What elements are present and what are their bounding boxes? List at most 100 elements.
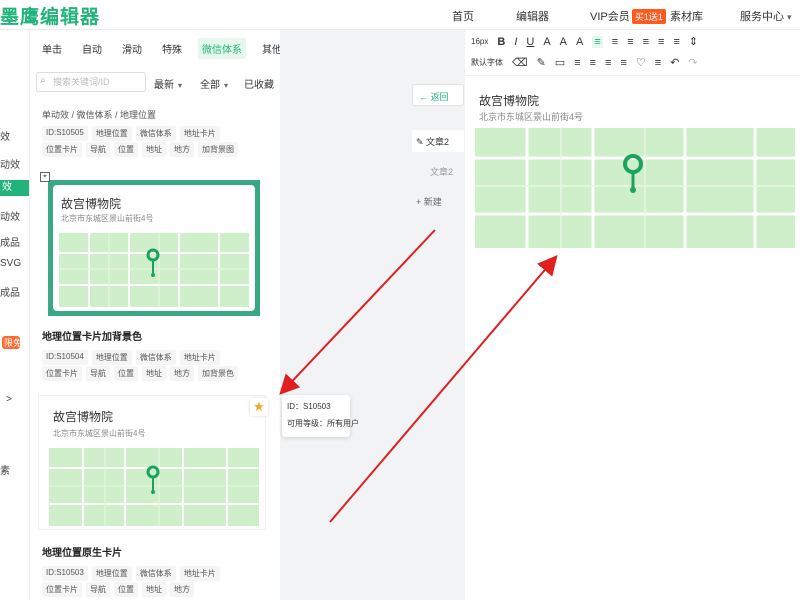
doc-item[interactable]: 文章2 xyxy=(412,160,464,182)
inserted-location-card[interactable]: 故宫博物院 北京市东城区景山前街4号 xyxy=(475,86,795,250)
more-icon[interactable]: ≡ xyxy=(655,57,661,69)
justify-button[interactable]: ≡ xyxy=(643,36,649,48)
favorited-filter[interactable]: 已收藏 xyxy=(244,76,274,91)
bulb-icon[interactable]: ♡ xyxy=(636,56,646,69)
tag[interactable]: 位置卡片 xyxy=(42,142,82,157)
italic-button[interactable]: I xyxy=(514,36,517,48)
strip-item[interactable]: 成品 xyxy=(0,284,29,299)
font-size-select[interactable]: 16px xyxy=(471,37,488,46)
line-height-button[interactable]: ⇕ xyxy=(689,35,698,48)
style-panel: 单击 自动 滑动 特殊 微信体系 其他 ⌕ 最新 ▾ 全部 ▾ 已收藏 单动效 / … xyxy=(30,30,280,600)
pin-style-icon[interactable]: ⌖ xyxy=(40,172,50,182)
spacing-icon[interactable]: ≡ xyxy=(590,57,596,69)
tag[interactable]: 位置卡片 xyxy=(42,366,82,381)
new-doc-button[interactable]: + 新建 xyxy=(412,190,464,212)
list-icon[interactable]: ≡ xyxy=(620,57,626,69)
tag[interactable]: 位置 xyxy=(114,582,138,597)
tab-click[interactable]: 单击 xyxy=(38,38,66,59)
tab-wechat[interactable]: 微信体系 xyxy=(198,37,246,59)
strip-item[interactable]: 成品 xyxy=(0,234,29,249)
tag[interactable]: 地方 xyxy=(170,582,194,597)
location-card-green-preview[interactable]: 故宫博物院 北京市东城区景山前街4号 xyxy=(48,180,260,316)
align-center-button[interactable]: ≡ xyxy=(612,36,618,48)
format-brush-icon[interactable]: ✎ xyxy=(537,56,546,69)
tag-row: 位置卡片 导航 位置 地址 地方 加背景色 xyxy=(42,366,238,381)
tag[interactable]: 导航 xyxy=(86,366,110,381)
list-button[interactable]: ≡ xyxy=(673,36,679,48)
category-tabs: 单击 自动 滑动 特殊 微信体系 其他 xyxy=(30,30,280,66)
favorite-star-icon[interactable]: ★ xyxy=(250,398,268,416)
tag[interactable]: 地理位置 xyxy=(91,350,132,365)
align-left-button[interactable]: ≡ xyxy=(592,35,603,48)
nav-materials[interactable]: 素材库 xyxy=(670,8,703,24)
indent-button[interactable]: ≡ xyxy=(658,36,664,48)
tag[interactable]: 地址卡片 xyxy=(179,566,220,581)
scope-label: 全部 xyxy=(200,80,220,91)
eraser-icon[interactable]: ⌫ xyxy=(512,56,528,69)
align-icon[interactable]: ≡ xyxy=(605,57,611,69)
tab-slide[interactable]: 滑动 xyxy=(118,38,146,59)
tag[interactable]: 地址卡片 xyxy=(179,126,220,141)
arrow-to-card xyxy=(279,229,436,395)
back-button[interactable]: ← 返回 xyxy=(412,84,464,106)
font-color-button[interactable]: A xyxy=(543,36,550,48)
tag[interactable]: 地方 xyxy=(170,366,194,381)
strip-item[interactable]: 动效 xyxy=(0,208,29,223)
text-effect-button[interactable]: A xyxy=(576,36,583,48)
tag[interactable]: 导航 xyxy=(86,142,110,157)
doc-title: 文章2 xyxy=(426,137,450,147)
tag[interactable]: 地址 xyxy=(142,582,166,597)
underline-button[interactable]: U xyxy=(526,36,534,48)
highlight-button[interactable]: A xyxy=(560,36,567,48)
redo-icon[interactable]: ↷ xyxy=(688,56,697,69)
tag[interactable]: 位置 xyxy=(114,142,138,157)
logo[interactable]: 墨鹰编辑器 xyxy=(0,2,100,29)
tab-auto[interactable]: 自动 xyxy=(78,38,106,59)
map-thumbnail xyxy=(59,233,249,307)
free-limited-badge[interactable]: 限免 xyxy=(2,336,20,349)
doc-item-active[interactable]: ✎ 文章2 xyxy=(412,130,464,152)
tag[interactable]: 地理位置 xyxy=(91,566,132,581)
strip-item-active[interactable]: 效 xyxy=(0,180,29,196)
align-right-button[interactable]: ≡ xyxy=(627,36,633,48)
nav-service[interactable]: 服务中心 ▾ xyxy=(740,8,792,24)
strip-item[interactable]: SVG xyxy=(0,258,29,269)
strip-item[interactable]: 效 xyxy=(0,128,29,143)
tag[interactable]: 位置卡片 xyxy=(42,582,82,597)
tag-row: 位置卡片 导航 位置 地址 地方 xyxy=(42,582,194,597)
bold-button[interactable]: B xyxy=(497,36,505,48)
tag[interactable]: 位置 xyxy=(114,366,138,381)
tag[interactable]: 地方 xyxy=(170,142,194,157)
tag[interactable]: 地址 xyxy=(142,366,166,381)
tag[interactable]: 加背景色 xyxy=(198,366,238,381)
tab-special[interactable]: 特殊 xyxy=(158,38,186,59)
tag[interactable]: 微信体系 xyxy=(135,350,176,365)
undo-icon[interactable]: ↶ xyxy=(670,56,679,69)
tag-row: ID:S10503 地理位置 微信体系 地址卡片 xyxy=(42,566,220,581)
search-input[interactable] xyxy=(36,72,146,92)
chevron-right-icon[interactable]: > xyxy=(6,394,29,405)
tag[interactable]: 地址 xyxy=(142,142,166,157)
tag[interactable]: 地址卡片 xyxy=(179,350,220,365)
style-info-tooltip: ID：S10503 可用等级：所有用户 xyxy=(282,395,359,437)
strip-item[interactable]: 动效 xyxy=(0,156,29,171)
strip-item[interactable]: 素 xyxy=(0,462,29,477)
sort-select[interactable]: 最新 ▾ xyxy=(154,76,182,91)
font-family-select[interactable]: 默认字体 xyxy=(471,57,503,68)
tag[interactable]: 地理位置 xyxy=(91,126,132,141)
tag[interactable]: 导航 xyxy=(86,582,110,597)
nav-home[interactable]: 首页 xyxy=(452,8,474,24)
nav-editor[interactable]: 编辑器 xyxy=(516,8,549,24)
tag[interactable]: 微信体系 xyxy=(135,566,176,581)
tag[interactable]: 微信体系 xyxy=(135,126,176,141)
nav-vip[interactable]: VIP会员 买1送1 xyxy=(590,8,666,24)
tab-other[interactable]: 其他 xyxy=(258,38,280,59)
top-nav: 墨鹰编辑器 首页 编辑器 VIP会员 买1送1 素材库 服务中心 ▾ xyxy=(0,0,800,30)
location-card-native-preview[interactable]: 故宫博物院 北京市东城区景山前街4号 xyxy=(38,395,266,530)
tag[interactable]: 加背景图 xyxy=(198,142,238,157)
tooltip-level: 可用等级：所有用户 xyxy=(287,419,359,428)
scope-select[interactable]: 全部 ▾ xyxy=(200,76,228,91)
image-icon[interactable]: ▭ xyxy=(555,56,565,69)
divider-icon[interactable]: ≡ xyxy=(574,57,580,69)
tooltip-id: ID：S10503 xyxy=(287,402,331,411)
